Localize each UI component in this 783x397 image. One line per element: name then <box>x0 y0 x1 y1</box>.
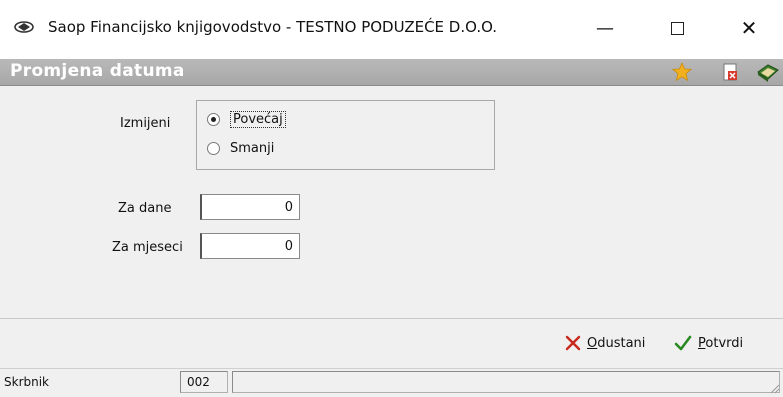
months-input[interactable] <box>200 233 300 259</box>
close-icon: ✕ <box>740 16 758 40</box>
maximize-icon <box>670 21 684 35</box>
help-book-icon[interactable] <box>756 62 780 82</box>
days-label: Za dane <box>118 201 172 216</box>
confirm-check-icon <box>674 335 692 351</box>
form-header: Promjena datuma <box>0 59 783 86</box>
favorite-star-icon[interactable] <box>672 62 692 82</box>
radio-increase[interactable] <box>207 113 220 126</box>
cancel-button[interactable]: Odustani <box>565 335 645 351</box>
radio-decrease[interactable] <box>207 142 220 155</box>
minimize-button[interactable]: — <box>582 16 628 40</box>
window-title: Saop Financijsko knjigovodstvo - TESTNO … <box>48 18 498 36</box>
cancel-label: Odustani <box>587 335 646 351</box>
status-message <box>232 371 780 393</box>
option-increase[interactable]: Povećaj <box>207 111 286 128</box>
form-content: Izmijeni Povećaj Smanji Za dane Za mjese… <box>0 86 783 318</box>
option-decrease[interactable]: Smanji <box>207 141 274 156</box>
option-decrease-label: Smanji <box>230 141 275 156</box>
app-logo-icon <box>14 21 34 33</box>
resize-grip-icon[interactable] <box>768 382 780 394</box>
cancel-x-icon <box>565 335 581 351</box>
option-increase-label: Povećaj <box>230 111 286 128</box>
change-radio-group: Povećaj Smanji <box>196 100 495 170</box>
form-title: Promjena datuma <box>10 61 185 81</box>
maximize-button[interactable] <box>654 16 700 40</box>
close-window-button[interactable]: ✕ <box>726 16 772 40</box>
action-bar: Odustani Potvrdi <box>0 318 783 369</box>
months-label: Za mjeseci <box>112 240 183 255</box>
confirm-label: Potvrdi <box>698 335 744 351</box>
status-user: Skrbnik <box>4 375 50 389</box>
status-bar: Skrbnik 002 <box>0 368 783 397</box>
status-code: 002 <box>180 371 228 393</box>
minimize-icon: — <box>596 17 614 39</box>
days-input[interactable] <box>200 194 300 220</box>
close-document-icon[interactable] <box>720 62 740 82</box>
change-label: Izmijeni <box>120 116 171 131</box>
window-titlebar: Saop Financijsko knjigovodstvo - TESTNO … <box>0 0 783 59</box>
confirm-button[interactable]: Potvrdi <box>674 335 743 351</box>
